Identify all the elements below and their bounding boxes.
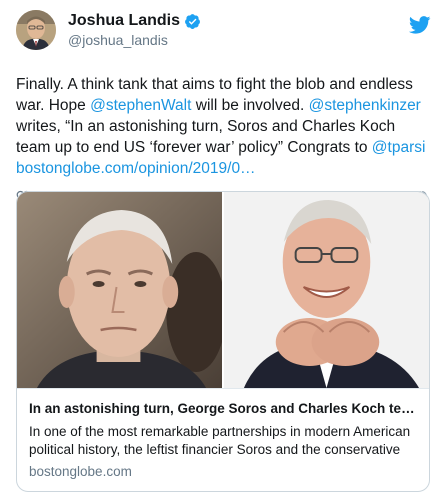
card-title[interactable]: In an astonishing turn, George Soros and… [29, 400, 417, 418]
tweet-text-segment: writes, “In an astonishing turn, Soros a… [16, 118, 396, 156]
avatar[interactable] [16, 10, 56, 50]
card-image[interactable] [17, 192, 429, 388]
card-body: In an astonishing turn, George Soros and… [17, 388, 429, 481]
tweet-header: Joshua Landis @joshua_landis [16, 10, 431, 58]
tweet-text: Finally. A think tank that aims to fight… [16, 74, 431, 179]
twitter-bird-icon[interactable] [409, 16, 431, 34]
card-photo-left [17, 192, 222, 388]
author-name-row: Joshua Landis [68, 12, 201, 30]
card-photo-right [224, 192, 429, 388]
card-description: In one of the most remarkable partnershi… [29, 424, 411, 457]
tweet-embed: Joshua Landis @joshua_landis Finally. A … [0, 0, 447, 504]
link-card[interactable]: In an astonishing turn, George Soros and… [16, 191, 430, 492]
mention-link[interactable]: @tparsi [372, 139, 426, 156]
card-domain: bostonglobe.com [29, 464, 132, 479]
url-link[interactable]: bostonglobe.com/opinion/2019/0… [16, 160, 256, 177]
mention-link[interactable]: @stephenWalt [90, 97, 191, 114]
tweet-text-segment: will be involved. [191, 97, 309, 114]
author-handle[interactable]: @joshua_landis [68, 32, 168, 48]
verified-badge-icon [184, 13, 201, 30]
mention-link[interactable]: @stephenkinzer [309, 97, 421, 114]
author-display-name[interactable]: Joshua Landis [68, 12, 180, 30]
